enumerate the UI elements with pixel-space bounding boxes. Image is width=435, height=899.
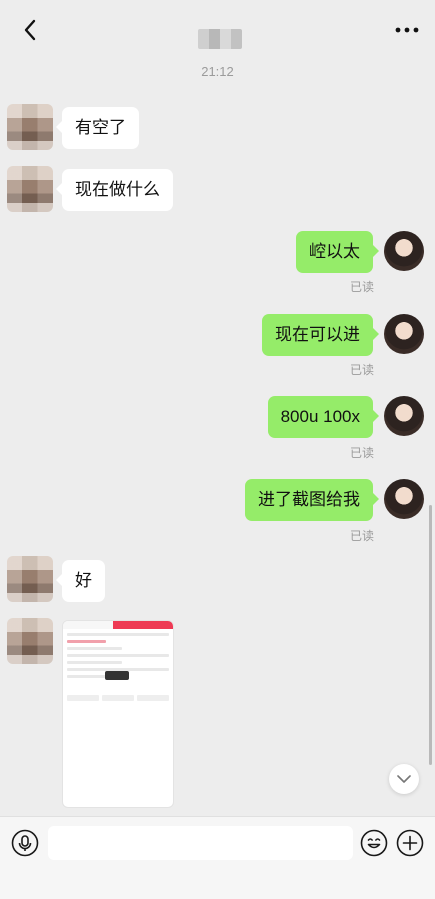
my-avatar[interactable] <box>384 231 424 271</box>
emoji-button[interactable] <box>360 829 388 857</box>
outgoing-message[interactable]: 崆以太 <box>296 231 379 273</box>
plus-button[interactable] <box>396 829 424 857</box>
outgoing-message[interactable]: 进了截图给我 <box>245 479 379 521</box>
contact-avatar[interactable] <box>7 556 53 602</box>
plus-icon <box>396 829 424 857</box>
chat-title-obscured <box>198 29 242 49</box>
back-button[interactable] <box>16 16 44 44</box>
chevron-left-icon <box>24 19 36 41</box>
chevron-down-icon <box>397 775 411 783</box>
message-input[interactable] <box>48 826 353 860</box>
my-avatar[interactable] <box>384 479 424 519</box>
emoji-icon <box>360 829 388 857</box>
outgoing-message[interactable]: 现在可以进 <box>262 314 379 356</box>
incoming-message[interactable]: 现在做什么 <box>56 169 173 211</box>
read-status: 已读 <box>350 280 375 294</box>
more-button[interactable] <box>393 16 421 44</box>
contact-avatar[interactable] <box>7 104 53 150</box>
voice-button[interactable] <box>11 829 39 857</box>
contact-avatar[interactable] <box>7 166 53 212</box>
microphone-icon <box>11 829 39 857</box>
scrollbar[interactable] <box>429 505 432 765</box>
my-avatar[interactable] <box>384 396 424 436</box>
read-status: 已读 <box>350 363 375 377</box>
read-status: 已读 <box>350 529 375 543</box>
contact-avatar[interactable] <box>7 618 53 664</box>
image-message-thumbnail[interactable] <box>62 620 174 808</box>
scroll-to-bottom-button[interactable] <box>389 764 419 794</box>
more-dots-icon <box>395 27 419 33</box>
my-avatar[interactable] <box>384 314 424 354</box>
incoming-message[interactable]: 好 <box>56 560 105 602</box>
thumbnail-tabbar <box>63 621 173 629</box>
input-bar <box>0 816 435 899</box>
read-status: 已读 <box>350 446 375 460</box>
incoming-message[interactable]: 有空了 <box>56 107 139 149</box>
message-timestamp: 21:12 <box>201 64 234 79</box>
outgoing-message[interactable]: 800u 100x <box>267 396 380 438</box>
